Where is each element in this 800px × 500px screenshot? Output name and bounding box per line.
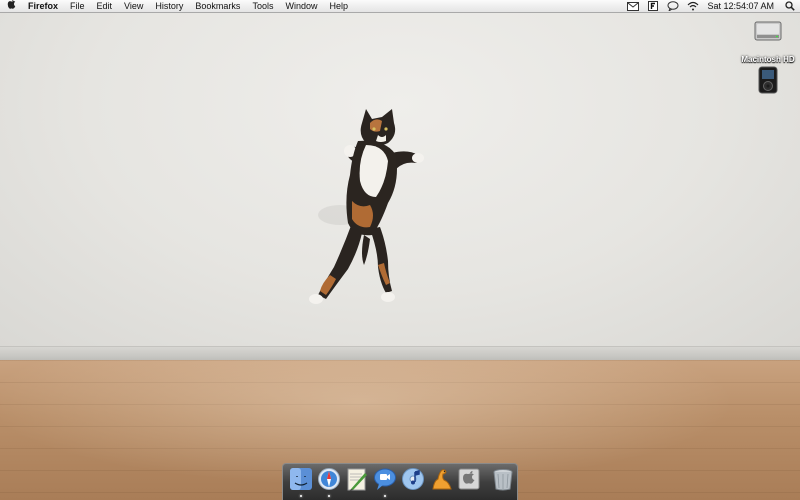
dock-item-system-preferences[interactable] (457, 467, 481, 497)
dock-item-camino[interactable] (429, 467, 453, 497)
menu-view[interactable]: View (118, 0, 149, 12)
menu-bar: Firefox File Edit View History Bookmarks… (0, 0, 800, 13)
apple-icon[interactable] (0, 0, 22, 13)
hard-drive-icon (754, 21, 782, 41)
dock-item-finder[interactable] (289, 467, 313, 497)
desktop-icon-label: Macintosh HD (741, 55, 795, 64)
dock-item-trash[interactable] (491, 467, 515, 497)
menu-file[interactable]: File (64, 0, 91, 12)
spotlight-search-icon[interactable] (783, 1, 797, 12)
jumping-cat-image (309, 109, 424, 304)
dinosaur-icon (432, 469, 452, 490)
wifi-icon[interactable] (686, 1, 700, 12)
dock-item-textedit[interactable] (345, 467, 369, 497)
running-indicator (384, 495, 386, 497)
safari-compass-icon (318, 468, 340, 490)
trash-icon (493, 469, 513, 491)
menubar-clock[interactable]: Sat 12:54:07 AM (703, 0, 780, 12)
finder-icon (290, 468, 312, 490)
dock-item-safari[interactable] (317, 467, 341, 497)
running-indicator (300, 495, 302, 497)
chat-bubble-icon (374, 468, 396, 490)
dock (282, 463, 518, 500)
ipod-icon (758, 66, 778, 94)
pen-document-icon (347, 468, 367, 491)
desktop-icon-ipod[interactable] (740, 66, 796, 99)
baseboard (0, 346, 800, 361)
dock-item-itunes[interactable] (401, 467, 425, 497)
desktop-icon-macintosh-hd[interactable]: Macintosh HD (740, 16, 796, 67)
menu-history[interactable]: History (149, 0, 189, 12)
status-area: Sat 12:54:07 AM (623, 0, 800, 12)
f-badge-icon[interactable] (646, 1, 660, 12)
menu-window[interactable]: Window (279, 0, 323, 12)
music-cd-icon (402, 468, 424, 490)
menu-help[interactable]: Help (323, 0, 354, 12)
menu-edit[interactable]: Edit (91, 0, 119, 12)
chat-bubble-icon[interactable] (666, 1, 680, 12)
desktop-wallpaper (0, 0, 800, 500)
menu-app-name[interactable]: Firefox (22, 0, 64, 12)
dock-item-ichat[interactable] (373, 467, 397, 497)
running-indicator (328, 495, 330, 497)
menu-bookmarks[interactable]: Bookmarks (189, 0, 246, 12)
menu-tools[interactable]: Tools (246, 0, 279, 12)
preferences-icon (458, 468, 480, 490)
mail-icon[interactable] (626, 1, 640, 12)
